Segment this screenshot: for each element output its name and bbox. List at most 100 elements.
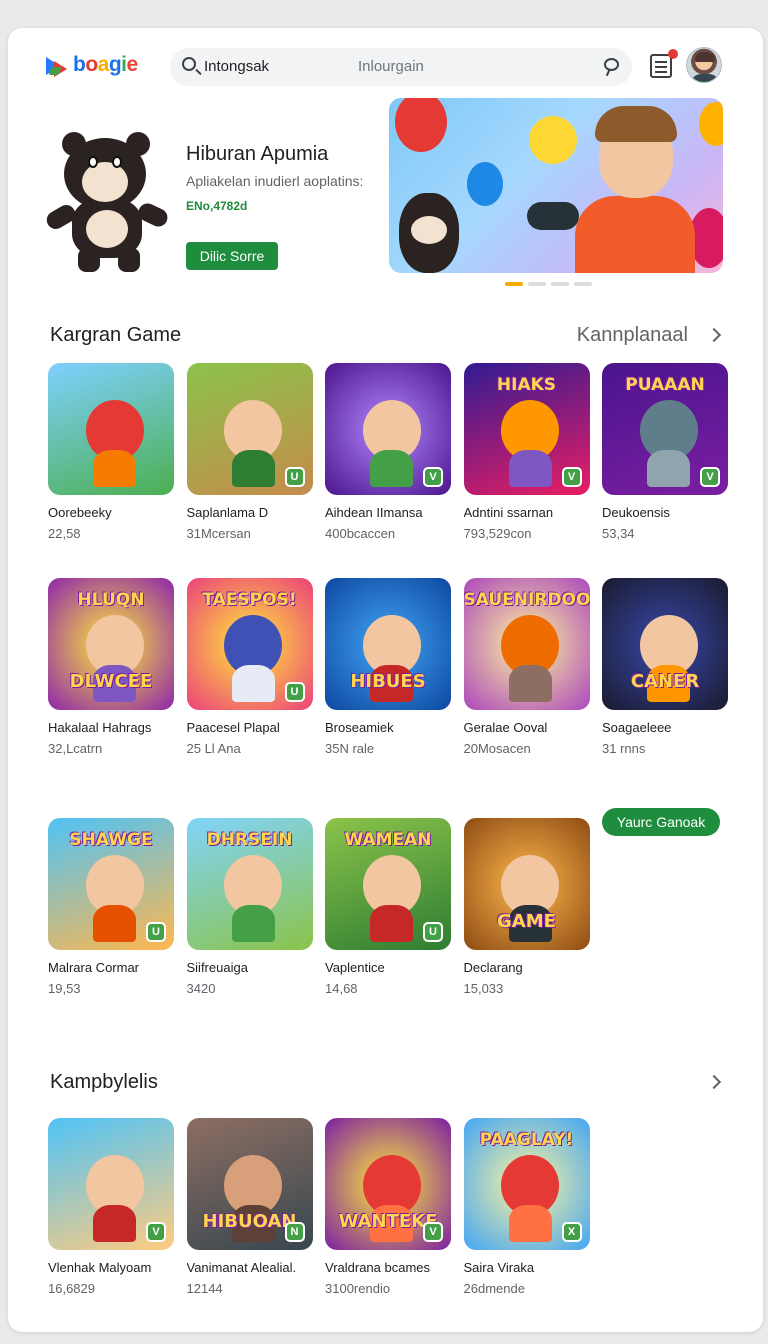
app-meta: 53,34 (602, 526, 635, 541)
app-name: Siifreuaiga (186, 960, 248, 975)
app-meta: 26dmende (463, 1281, 525, 1296)
icon-title-art: PAAGLAY! (479, 1130, 574, 1150)
app-icon[interactable]: SAUENIRDOO (463, 578, 590, 710)
app-icon[interactable]: U (186, 363, 313, 495)
verified-badge-icon: U (284, 682, 305, 702)
featured-banner[interactable] (389, 98, 723, 273)
app-icon[interactable] (48, 363, 174, 495)
app-meta: 32,Lcatrn (48, 741, 103, 756)
app-icon[interactable]: HIBUES (325, 578, 451, 710)
app-icon[interactable]: HIAKS V (463, 363, 590, 495)
voice-search-icon[interactable] (602, 56, 622, 78)
app-meta: 3100rendio (325, 1281, 391, 1296)
chevron-right-icon[interactable] (706, 327, 722, 343)
app-card[interactable]: HLUQN DLWCEE Hakalaal Hahrags 32,Lcatrn (48, 578, 176, 756)
app-icon[interactable]: CANER (602, 578, 728, 710)
app-name: Adntini ssarnan (463, 505, 554, 520)
app-card[interactable]: V Aihdean IImansa 400bcaccen (325, 363, 453, 541)
store-logo[interactable]: boagie (46, 53, 138, 77)
section-title: Kampbylelis (50, 1071, 158, 1093)
app-name: Vaplentice (325, 960, 385, 975)
app-meta: 20Mosacen (463, 741, 531, 756)
hero-button[interactable]: Dilic Sorre (186, 242, 278, 270)
app-card[interactable]: U Saplanlama D 31Mcersan (186, 363, 315, 541)
notifications-icon[interactable] (648, 49, 678, 80)
app-name: Geralae Ooval (463, 720, 548, 735)
search-icon[interactable] (182, 57, 196, 71)
app-meta: 19,53 (48, 981, 81, 996)
app-icon[interactable]: TAESPOS! U (186, 578, 313, 710)
app-card[interactable]: SAUENIRDOO Geralae Ooval 20Mosacen (463, 578, 592, 756)
carousel-dot[interactable] (528, 282, 546, 286)
app-name: Soagaeleee (602, 720, 672, 735)
app-icon[interactable]: WANTEKE V (325, 1118, 451, 1250)
app-card[interactable]: WAMEAN U Vaplentice 14,68 (325, 818, 453, 996)
app-name: Vraldrana bcames (325, 1260, 431, 1275)
app-store-window: boagie Intongsak Inlourgain Hiburan Apum… (8, 28, 763, 1332)
app-icon[interactable]: PUAAAN V (602, 363, 728, 495)
app-name: Paacesel Plapal (186, 720, 280, 735)
app-card[interactable]: SHAWGE U Malrara Cormar 19,53 (48, 818, 176, 996)
app-icon[interactable]: WAMEAN U (325, 818, 451, 950)
notification-dot (668, 49, 678, 59)
verified-badge-icon: V (423, 1222, 443, 1242)
user-avatar[interactable] (686, 47, 722, 83)
app-icon[interactable]: PAAGLAY! X (463, 1118, 590, 1250)
app-meta: 400bcaccen (325, 526, 396, 541)
app-icon[interactable]: V (48, 1118, 174, 1250)
carousel-dot[interactable] (574, 282, 592, 286)
hero-tag: ENo,4782d (186, 199, 248, 213)
carousel-dot[interactable] (505, 282, 523, 286)
logo-icon (46, 53, 70, 77)
icon-title-art: GAME (497, 911, 556, 932)
app-card[interactable]: Oorebeeky 22,58 (48, 363, 176, 541)
carousel-dot[interactable] (551, 282, 569, 286)
section-title: Kargran Game (50, 324, 182, 346)
section-more-link[interactable]: Kannplanaal (577, 324, 688, 347)
app-meta: 793,529con (463, 526, 532, 541)
app-icon[interactable]: SHAWGE U (48, 818, 174, 950)
icon-title-art: WAMEAN (344, 830, 432, 850)
icon-title-art: PUAAAN (625, 375, 705, 395)
app-name: Vanimanat Alealial. (186, 1260, 297, 1275)
logo-wordmark: boagie (73, 53, 138, 76)
search-input[interactable]: Intongsak (204, 58, 269, 75)
app-name: Saplanlama D (186, 505, 269, 520)
app-card[interactable]: HIAKS V Adntini ssarnan 793,529con (463, 363, 592, 541)
app-icon[interactable]: GAME (463, 818, 590, 950)
app-card[interactable]: WANTEKE V Vraldrana bcames 3100rendio (325, 1118, 453, 1296)
icon-title-art: HLUQN (77, 590, 145, 610)
hero-title: Hiburan Apumia (186, 143, 329, 165)
app-name: Broseamiek (325, 720, 394, 735)
app-card[interactable]: HIBUES Broseamiek 35N rale (325, 578, 453, 756)
app-meta: 35N rale (325, 741, 375, 756)
icon-title-art: CANER (630, 671, 700, 692)
app-icon[interactable]: HIBUOAN N (186, 1118, 313, 1250)
chevron-right-icon[interactable] (706, 1074, 722, 1090)
verified-badge-icon: V (423, 467, 443, 487)
app-card[interactable]: DHRSEIN Siifreuaiga 3420 (186, 818, 315, 996)
gamepad-icon (527, 202, 579, 230)
carousel-indicator[interactable] (505, 282, 592, 286)
app-icon[interactable]: HLUQN DLWCEE (48, 578, 174, 710)
app-meta: 22,58 (48, 526, 81, 541)
app-card[interactable]: TAESPOS! U Paacesel Plapal 25 Ll Ana (186, 578, 315, 756)
app-card[interactable]: CANER Soagaeleee 31 rnns (602, 578, 730, 756)
app-card[interactable]: V Vlenhak Malyoam 16,6829 (48, 1118, 176, 1296)
app-meta: 25 Ll Ana (186, 741, 241, 756)
icon-title-art: TAESPOS! (202, 590, 297, 610)
app-card[interactable]: HIBUOAN N Vanimanat Alealial. 12144 (186, 1118, 315, 1296)
icon-title-art: DHRSEIN (206, 830, 293, 850)
icon-title-art: SHAWGE (69, 830, 153, 850)
app-name: Declarang (463, 960, 523, 975)
filter-chip[interactable]: Yaurc Ganoak (602, 808, 720, 836)
icon-title-art: DLWCEE (69, 671, 153, 692)
search-bar[interactable]: Intongsak Inlourgain (170, 48, 632, 86)
app-card[interactable]: PUAAAN V Deukoensis 53,34 (602, 363, 730, 541)
app-icon[interactable]: V (325, 363, 451, 495)
app-name: Aihdean IImansa (325, 505, 423, 520)
app-icon[interactable]: DHRSEIN (186, 818, 313, 950)
app-card[interactable]: PAAGLAY! X Saira Viraka 26dmende (463, 1118, 592, 1296)
verified-badge-icon: V (700, 467, 720, 487)
app-card[interactable]: GAME Declarang 15,033 (463, 818, 592, 996)
